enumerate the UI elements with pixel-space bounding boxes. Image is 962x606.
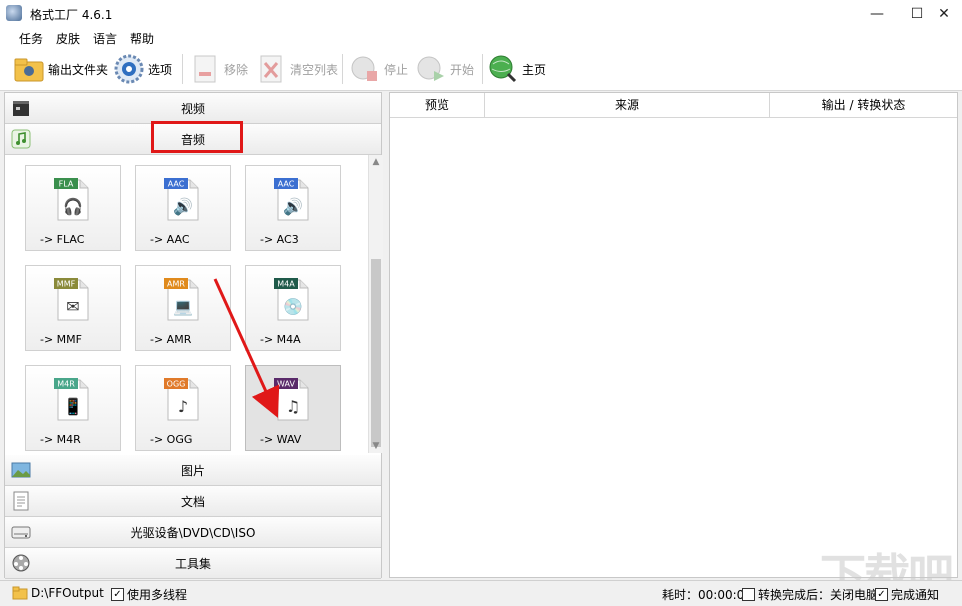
- clear-list-button[interactable]: 清空列表: [256, 52, 338, 86]
- start-label: 开始: [450, 62, 475, 77]
- category-tools-label: 工具集: [174, 556, 211, 571]
- clear-list-label: 清空列表: [290, 62, 339, 77]
- multithread-checkbox[interactable]: ✓ 使用多线程: [111, 586, 187, 603]
- category-rom-device[interactable]: 光驱设备\DVD\CD\ISO: [5, 517, 381, 548]
- task-list-header: 预览 来源 输出 / 转换状态: [390, 93, 957, 118]
- checkbox-unchecked-icon: [742, 588, 755, 601]
- category-panel: 视频 音频 FLA 🎧 -> FLAC AAC 🔊 -> AAC AAC 🔊 -> AC3 MMF…: [4, 92, 383, 579]
- menu-bar: 任务 皮肤 语言 帮助: [0, 28, 962, 48]
- menu-task[interactable]: 任务: [19, 30, 43, 47]
- toolbar-separator: [482, 54, 483, 84]
- checkbox-checked-icon: ✓: [875, 588, 888, 601]
- menu-help[interactable]: 帮助: [130, 30, 154, 47]
- minimize-button[interactable]: —: [860, 0, 894, 28]
- stop-label: 停止: [384, 62, 409, 77]
- film-reel-icon: [12, 554, 30, 572]
- category-video[interactable]: 视频: [5, 93, 381, 124]
- category-picture[interactable]: 图片: [5, 455, 381, 486]
- annotation-arrow: [213, 278, 280, 418]
- grid-scrollbar[interactable]: ▲ ▼: [368, 155, 383, 453]
- remove-icon: [190, 54, 220, 84]
- output-path[interactable]: D:\FFOutput: [12, 586, 104, 600]
- scroll-thumb[interactable]: [371, 259, 381, 447]
- after-convert-checkbox[interactable]: 转换完成后：关闭电脑: [742, 586, 878, 603]
- output-folder-button[interactable]: 输出文件夹: [14, 52, 108, 86]
- elapsed-time: 耗时：00:00:00: [662, 588, 752, 602]
- notify-label: 完成通知: [891, 588, 940, 602]
- home-globe-icon: [488, 54, 518, 84]
- home-label: 主页: [522, 62, 547, 77]
- column-source[interactable]: 来源: [485, 93, 770, 117]
- close-button[interactable]: ✕: [927, 0, 961, 28]
- disc-drive-icon: [11, 526, 31, 539]
- output-path-text: D:\FFOutput: [31, 586, 104, 600]
- start-button[interactable]: 开始: [416, 52, 474, 86]
- column-preview[interactable]: 预览: [390, 93, 485, 117]
- scroll-down-arrow-icon[interactable]: ▼: [369, 439, 383, 453]
- category-picture-label: 图片: [180, 463, 205, 478]
- remove-label: 移除: [224, 62, 249, 77]
- audio-highlight-box: [151, 121, 243, 153]
- folder-icon: [14, 54, 44, 84]
- document-icon: [13, 491, 29, 511]
- category-document[interactable]: 文档: [5, 486, 381, 517]
- category-document-label: 文档: [180, 494, 205, 509]
- toolbar-separator: [182, 54, 183, 84]
- notify-checkbox[interactable]: ✓ 完成通知: [875, 586, 939, 603]
- title-bar: 格式工厂 4.6.1 — ☐ ✕: [0, 0, 962, 28]
- column-output-status[interactable]: 输出 / 转换状态: [770, 93, 957, 117]
- status-bar: D:\FFOutput ✓ 使用多线程 耗时：00:00:00 转换完成后：关闭…: [0, 580, 962, 606]
- clear-list-icon: [256, 54, 286, 84]
- options-button[interactable]: 选项: [114, 52, 172, 86]
- menu-skin[interactable]: 皮肤: [56, 30, 80, 47]
- after-convert-label: 转换完成后：关闭电脑: [758, 588, 879, 602]
- picture-icon: [11, 462, 31, 478]
- start-icon: [416, 54, 446, 84]
- menu-language[interactable]: 语言: [93, 30, 117, 47]
- category-tools[interactable]: 工具集: [5, 548, 381, 579]
- remove-button[interactable]: 移除: [190, 52, 248, 86]
- output-folder-label: 输出文件夹: [48, 62, 109, 77]
- home-button[interactable]: 主页: [488, 52, 546, 86]
- checkbox-checked-icon: ✓: [111, 588, 124, 601]
- multithread-label: 使用多线程: [127, 588, 188, 602]
- stop-button[interactable]: 停止: [350, 52, 408, 86]
- music-note-icon: [11, 129, 31, 149]
- window-title: 格式工厂 4.6.1: [30, 8, 113, 22]
- options-label: 选项: [148, 62, 173, 77]
- film-clapper-icon: [13, 101, 29, 116]
- gear-icon: [114, 54, 144, 84]
- toolbar: 输出文件夹 选项 移除 清空列表 停止 开始 主页: [0, 48, 962, 91]
- category-rom-label: 光驱设备\DVD\CD\ISO: [130, 525, 256, 540]
- toolbar-separator: [342, 54, 343, 84]
- category-video-label: 视频: [180, 101, 205, 116]
- folder-icon: [12, 586, 28, 600]
- stop-icon: [350, 54, 380, 84]
- task-list-panel[interactable]: 预览 来源 输出 / 转换状态: [389, 92, 958, 578]
- app-logo-icon: [6, 5, 22, 21]
- scroll-up-arrow-icon[interactable]: ▲: [369, 155, 383, 169]
- format-grid: FLA 🎧 -> FLAC AAC 🔊 -> AAC AAC 🔊 -> AC3 MMF ✉ -> MM…: [5, 155, 369, 453]
